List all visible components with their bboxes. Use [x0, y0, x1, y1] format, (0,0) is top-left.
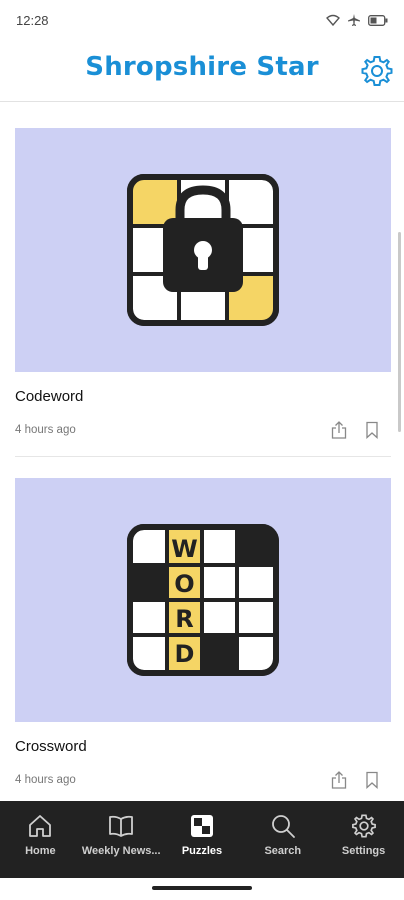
home-gesture-handle[interactable] — [152, 886, 252, 890]
card-actions — [331, 771, 379, 789]
puzzle-card-crossword[interactable]: W O R D Crossword 4 hours ago — [15, 478, 391, 790]
nav-label: Weekly News... — [81, 845, 161, 857]
card-timestamp: 4 hours ago — [15, 774, 76, 786]
battery-icon — [368, 14, 388, 26]
card-title[interactable]: Codeword — [15, 388, 391, 408]
card-meta: 4 hours ago — [15, 420, 391, 440]
card-title[interactable]: Crossword — [15, 738, 391, 758]
puzzle-feed[interactable]: Codeword 4 hours ago W O R D Crossword 4… — [0, 102, 404, 800]
search-icon — [271, 815, 295, 838]
gear-icon — [351, 814, 376, 838]
card-actions — [331, 421, 379, 439]
nav-item-search[interactable]: Search — [242, 801, 323, 878]
nav-item-weekly-news[interactable]: Weekly News... — [81, 801, 162, 878]
nav-label: Search — [264, 845, 302, 857]
nav-item-home[interactable]: Home — [0, 801, 81, 878]
settings-gear-icon[interactable] — [360, 54, 394, 88]
card-divider — [15, 456, 391, 457]
app-title: Shropshire Star — [85, 52, 319, 82]
nav-label: Settings — [341, 845, 386, 857]
status-icons — [326, 14, 388, 26]
nav-item-settings[interactable]: Settings — [323, 801, 404, 878]
system-gesture-bar — [0, 878, 404, 900]
card-meta: 4 hours ago — [15, 770, 391, 790]
bookmark-icon[interactable] — [365, 421, 379, 439]
codeword-lock-icon — [127, 174, 279, 326]
crossword-thumbnail[interactable]: W O R D — [15, 478, 391, 722]
word-letter: W — [171, 535, 197, 563]
puzzle-icon — [190, 815, 213, 837]
nav-label: Home — [25, 845, 56, 857]
word-letter: O — [174, 570, 194, 598]
codeword-thumbnail[interactable] — [15, 128, 391, 372]
app-header: Shropshire Star — [0, 40, 404, 102]
scrollbar-thumb[interactable] — [398, 232, 401, 432]
airplane-icon — [348, 14, 360, 26]
share-icon[interactable] — [331, 771, 347, 789]
home-icon — [29, 815, 52, 837]
card-timestamp: 4 hours ago — [15, 424, 76, 436]
status-bar: 12:28 — [0, 0, 404, 40]
nav-item-puzzles[interactable]: Puzzles — [162, 801, 243, 878]
word-letter: R — [175, 605, 193, 633]
wifi-icon — [326, 14, 340, 26]
book-icon — [109, 815, 134, 837]
crossword-grid-icon: W O R D — [127, 524, 279, 676]
bookmark-icon[interactable] — [365, 771, 379, 789]
puzzle-card-codeword[interactable]: Codeword 4 hours ago — [15, 128, 391, 440]
word-letter: D — [175, 640, 195, 668]
nav-label: Puzzles — [181, 845, 223, 857]
share-icon[interactable] — [331, 421, 347, 439]
bottom-nav: Home Weekly News... Puzzles Search Setti… — [0, 801, 404, 878]
status-time: 12:28 — [16, 12, 49, 28]
